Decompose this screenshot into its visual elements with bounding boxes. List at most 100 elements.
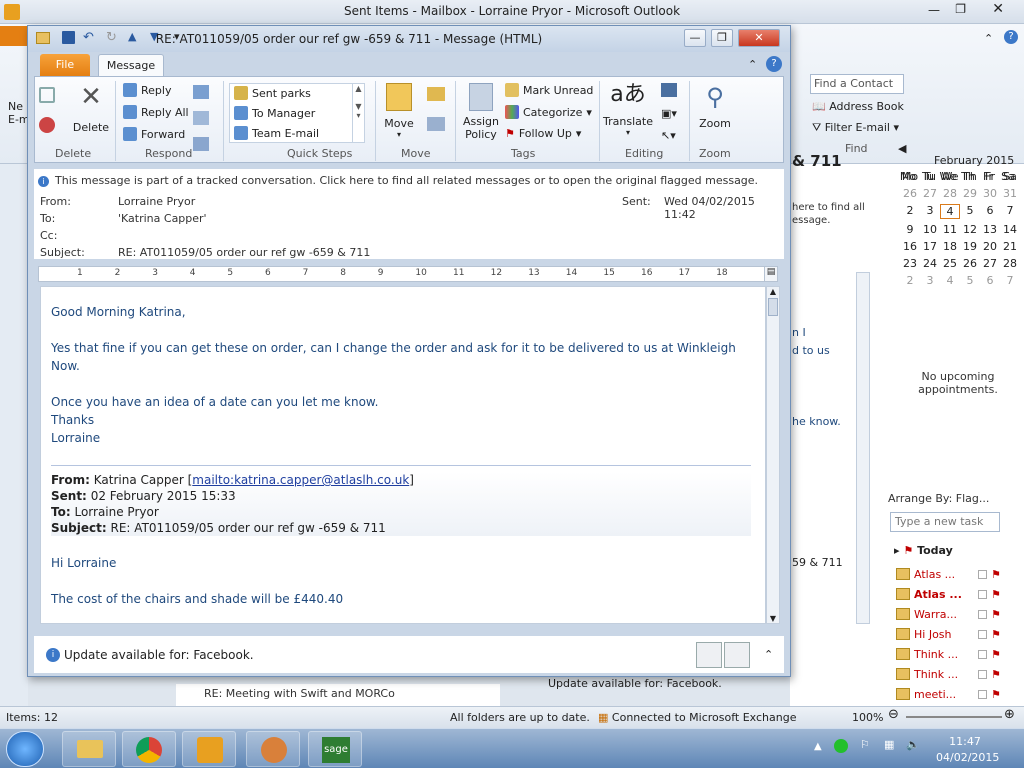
rules-icon[interactable] bbox=[427, 87, 445, 101]
calendar-grid[interactable]: Mo Tu We Th Fr Sa 26 27 28 29 30 31 2 3 4 5 6 7 9 10 11 12 13 1… bbox=[900, 170, 1024, 287]
calendar-day[interactable]: 20 bbox=[980, 240, 1000, 253]
minimize-ribbon-icon[interactable]: ⌃ bbox=[748, 58, 757, 71]
calendar-day[interactable]: 6 bbox=[980, 204, 1000, 219]
calendar-day[interactable]: 16 bbox=[900, 240, 920, 253]
quick-step-to-manager[interactable]: To Manager bbox=[234, 106, 315, 120]
zoom-out-icon[interactable]: ⊖ bbox=[888, 707, 899, 722]
expand-icon[interactable]: ⌃ bbox=[764, 636, 773, 674]
flag-icon[interactable]: ⚑ bbox=[991, 608, 1001, 621]
chrome-taskbar-icon[interactable] bbox=[122, 731, 176, 767]
task-checkbox[interactable] bbox=[978, 569, 987, 579]
zoom-button[interactable]: ⚲ Zoom bbox=[695, 83, 735, 130]
tray-overflow-icon[interactable]: ▲ bbox=[814, 741, 822, 752]
person-icon-2[interactable] bbox=[724, 642, 750, 668]
flag-icon[interactable]: ⚑ bbox=[991, 588, 1001, 601]
calendar-day[interactable]: 28 bbox=[940, 187, 960, 200]
help-icon[interactable]: ? bbox=[1004, 30, 1018, 44]
zoom-in-icon[interactable]: ⊕ bbox=[1004, 707, 1015, 722]
view-ruler-icon[interactable]: ▤ bbox=[764, 266, 778, 282]
calendar-day[interactable]: 4 bbox=[940, 204, 960, 219]
minimize-icon[interactable]: — bbox=[928, 3, 940, 17]
close-icon[interactable]: ✕ bbox=[992, 1, 1004, 17]
flag-icon[interactable]: ⚑ bbox=[991, 568, 1001, 581]
calendar-day[interactable]: 6 bbox=[980, 274, 1000, 287]
calendar-day[interactable]: 14 bbox=[1000, 223, 1020, 236]
list-item[interactable]: RE: Meeting with Swift and MORCo bbox=[176, 684, 500, 706]
status-green-icon[interactable] bbox=[834, 739, 848, 753]
calendar-day[interactable]: 25 bbox=[940, 257, 960, 270]
message-body[interactable]: Good Morning Katrina, Yes that fine if y… bbox=[40, 286, 766, 624]
follow-up-button[interactable]: ⚑ Follow Up ▾ bbox=[505, 127, 581, 140]
calendar-day[interactable]: 7 bbox=[1000, 204, 1020, 219]
calendar-day[interactable]: 17 bbox=[920, 240, 940, 253]
delete-button[interactable]: ✕ Delete bbox=[71, 83, 111, 134]
calendar-day[interactable]: 11 bbox=[940, 223, 960, 236]
calendar-day[interactable]: 3 bbox=[920, 274, 940, 287]
assign-policy-button[interactable]: Assign Policy bbox=[459, 83, 503, 141]
flag-icon[interactable]: ⚑ bbox=[991, 668, 1001, 681]
today-group-header[interactable]: ▸ ⚑ Today bbox=[894, 544, 953, 557]
from-value[interactable]: Lorraine Pryor bbox=[118, 195, 195, 208]
outlook-file-tab[interactable] bbox=[0, 26, 28, 46]
ruler[interactable]: 1 2 3 4 5 6 7 8 9 10 11 12 13 14 15 16 17 18 bbox=[38, 266, 778, 282]
flag-icon[interactable]: ⚑ bbox=[991, 688, 1001, 701]
calendar-day[interactable]: 23 bbox=[900, 257, 920, 270]
task-item[interactable]: Warra... ⚑ bbox=[896, 604, 1006, 624]
reading-scrollbar[interactable] bbox=[856, 272, 870, 624]
junk-icon[interactable] bbox=[39, 117, 61, 139]
task-item[interactable]: Think ... ⚑ bbox=[896, 644, 1006, 664]
move-button[interactable]: Move ▾ bbox=[381, 83, 417, 139]
translate-button[interactable]: aあ Translate ▾ bbox=[603, 79, 653, 137]
people-taskbar-icon[interactable] bbox=[246, 731, 300, 767]
meeting-icon[interactable] bbox=[193, 85, 209, 99]
network-icon[interactable]: ▦ bbox=[884, 738, 894, 751]
reply-button[interactable]: Reply bbox=[123, 83, 171, 97]
task-item[interactable]: Hi Josh ⚑ bbox=[896, 624, 1006, 644]
clock-date[interactable]: 04/02/2015 bbox=[936, 751, 999, 764]
explorer-taskbar-icon[interactable] bbox=[62, 731, 116, 767]
calendar-day[interactable]: 27 bbox=[980, 257, 1000, 270]
flag-icon[interactable]: ⚑ bbox=[991, 648, 1001, 661]
task-checkbox[interactable] bbox=[978, 609, 987, 619]
calendar-day[interactable]: 2 bbox=[900, 204, 920, 219]
calendar-day[interactable]: 5 bbox=[960, 204, 980, 219]
im-icon[interactable] bbox=[193, 111, 209, 125]
task-checkbox[interactable] bbox=[978, 689, 987, 699]
calendar-day[interactable]: 26 bbox=[960, 257, 980, 270]
quick-step-team-email[interactable]: Team E-mail bbox=[234, 126, 319, 140]
task-item[interactable]: Think ... ⚑ bbox=[896, 664, 1006, 684]
volume-icon[interactable]: 🔈 bbox=[906, 738, 920, 751]
find-contact-input[interactable]: Find a Contact bbox=[810, 74, 904, 94]
task-item[interactable]: Atlas ... ⚑ bbox=[896, 564, 1006, 584]
quick-step-sent-parks[interactable]: Sent parks bbox=[234, 86, 311, 100]
address-book-button[interactable]: 📖 Address Book bbox=[812, 100, 904, 113]
calendar-day[interactable]: 26 bbox=[900, 187, 920, 200]
quick-steps-scroll[interactable]: ▲ ▼ ▾ bbox=[352, 84, 364, 142]
ignore-icon[interactable] bbox=[39, 87, 61, 109]
calendar-day[interactable]: 4 bbox=[940, 274, 960, 287]
body-scrollbar[interactable]: ▲ ▼ bbox=[766, 286, 780, 624]
tab-message[interactable]: Message bbox=[98, 54, 164, 76]
mailto-link[interactable]: mailto:katrina.capper@atlaslh.co.uk bbox=[192, 473, 409, 487]
actions-icon[interactable] bbox=[427, 117, 445, 131]
calendar-day[interactable]: 28 bbox=[1000, 257, 1020, 270]
calendar-day[interactable]: 29 bbox=[960, 187, 980, 200]
forward-button[interactable]: Forward bbox=[123, 127, 185, 141]
calendar-day[interactable]: 27 bbox=[920, 187, 940, 200]
calendar-day[interactable]: 31 bbox=[1000, 187, 1020, 200]
task-checkbox[interactable] bbox=[978, 629, 987, 639]
calendar-day[interactable]: 21 bbox=[1000, 240, 1020, 253]
zoom-slider[interactable] bbox=[906, 716, 1002, 718]
calendar-day[interactable]: 24 bbox=[920, 257, 940, 270]
restore-icon[interactable]: ❐ bbox=[955, 2, 966, 16]
calendar-day[interactable]: 19 bbox=[960, 240, 980, 253]
start-button[interactable] bbox=[6, 731, 44, 767]
tab-file[interactable]: File bbox=[40, 54, 90, 76]
task-checkbox[interactable] bbox=[978, 669, 987, 679]
task-checkbox[interactable] bbox=[978, 589, 987, 599]
related-icon[interactable]: ▣▾ bbox=[661, 107, 677, 120]
filter-email-button[interactable]: ⛛ Filter E-mail ▾ bbox=[812, 121, 899, 135]
calendar-day[interactable]: 9 bbox=[900, 223, 920, 236]
select-icon[interactable]: ↖▾ bbox=[661, 129, 676, 142]
task-item[interactable]: meeti... ⚑ bbox=[896, 684, 1006, 704]
